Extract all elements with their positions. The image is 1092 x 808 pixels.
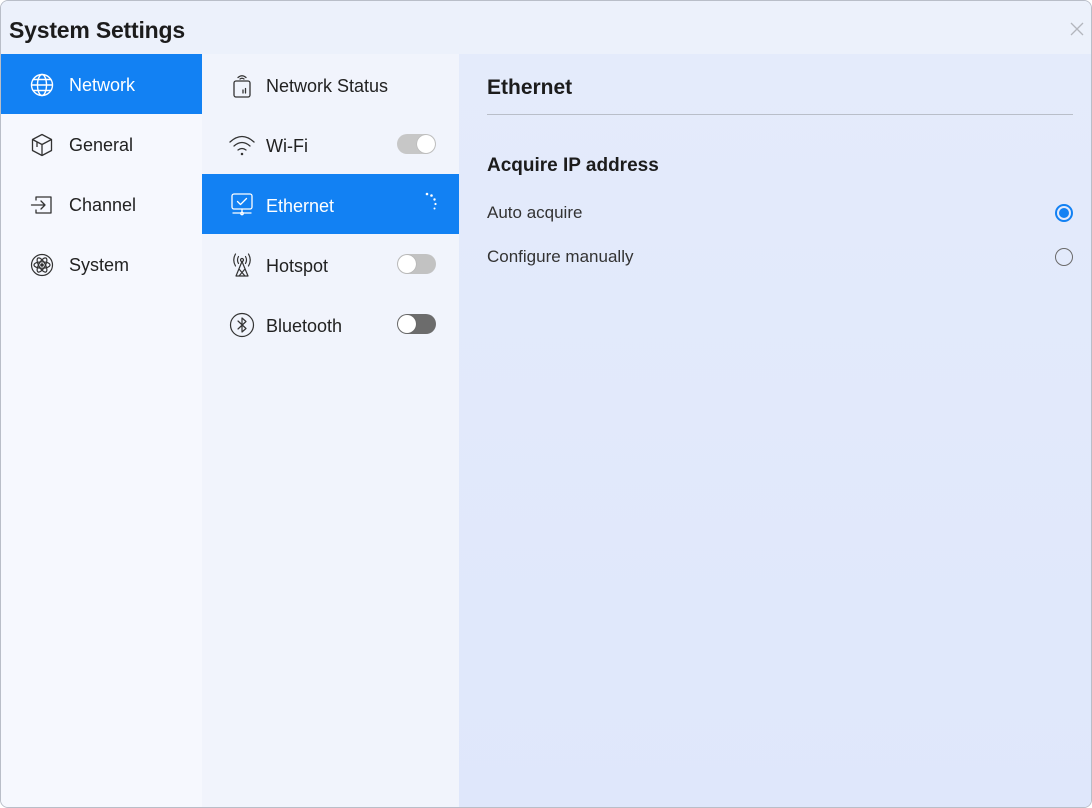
input-icon [30, 196, 52, 214]
settings-window: System Settings Network General Channel … [0, 0, 1092, 808]
menu-item-network-status[interactable]: Network Status [202, 54, 459, 114]
option-configure-manually[interactable]: Configure manually [487, 243, 1073, 273]
sidebar-item-system[interactable]: System [1, 234, 202, 294]
bluetooth-toggle[interactable] [397, 314, 436, 334]
sidebar-item-network[interactable]: Network [1, 54, 202, 114]
atom-icon [30, 253, 54, 277]
menu-item-bluetooth[interactable]: Bluetooth [202, 294, 459, 354]
bluetooth-icon [229, 312, 255, 338]
cube-icon [31, 133, 53, 157]
menu-item-label: Ethernet [266, 196, 335, 216]
menu-item-label: Wi-Fi [266, 136, 308, 156]
window-title: System Settings [9, 17, 185, 43]
wifi-icon [229, 135, 255, 156]
title-bar: System Settings [1, 1, 1091, 54]
sidebar-item-label: General [69, 135, 134, 155]
sidebar-item-label: System [69, 255, 130, 275]
section-heading: Acquire IP address [487, 155, 659, 176]
configure-manually-radio[interactable] [1055, 248, 1073, 266]
globe-icon [30, 73, 54, 97]
sidebar-item-label: Channel [69, 195, 137, 215]
router-icon [233, 75, 251, 98]
hotspot-toggle[interactable] [397, 254, 436, 274]
menu-item-wifi[interactable]: Wi-Fi [202, 114, 459, 174]
sidebar: Network General Channel System [1, 54, 202, 807]
menu-item-ethernet[interactable]: Ethernet [202, 174, 459, 234]
option-auto-acquire[interactable]: Auto acquire [487, 199, 1073, 229]
close-icon[interactable] [1069, 21, 1085, 37]
content-pane: Ethernet Acquire IP address Auto acquire… [459, 54, 1091, 807]
sidebar-item-label: Network [69, 75, 136, 95]
sidebar-item-channel[interactable]: Channel [1, 174, 202, 234]
wifi-toggle[interactable] [397, 134, 436, 154]
divider [487, 114, 1073, 115]
menu-item-label: Network Status [266, 76, 389, 96]
page-title: Ethernet [487, 76, 573, 99]
option-label: Configure manually [487, 247, 634, 266]
monitor-network-icon [231, 193, 253, 216]
auto-acquire-radio[interactable] [1055, 204, 1073, 222]
menu-item-label: Bluetooth [266, 316, 343, 336]
menu-item-label: Hotspot [266, 256, 329, 276]
loading-spinner-icon [425, 192, 437, 210]
option-label: Auto acquire [487, 203, 583, 222]
menu-item-hotspot[interactable]: Hotspot [202, 234, 459, 294]
network-submenu: Network Status Wi-Fi Ethernet Hotspot Bl… [202, 54, 459, 807]
sidebar-item-general[interactable]: General [1, 114, 202, 174]
hotspot-icon [233, 253, 251, 277]
